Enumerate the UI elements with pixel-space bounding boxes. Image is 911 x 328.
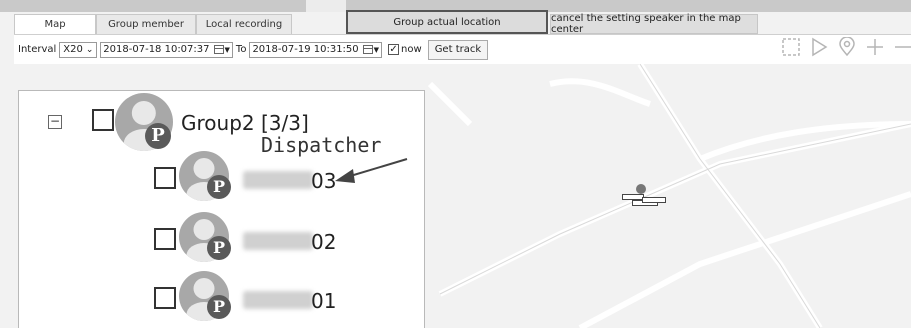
- ptt-badge-icon: P: [145, 123, 171, 149]
- tab-local-recording[interactable]: Local recording: [196, 14, 292, 34]
- group-label: Group2 [3/3]: [181, 111, 309, 135]
- map-tool-icons: [781, 37, 911, 57]
- map-pin-icon: [636, 184, 646, 194]
- start-datetime-value: 2018-07-18 10:07:37: [103, 44, 210, 55]
- member-label: 02: [311, 230, 337, 254]
- calendar-icon[interactable]: [213, 45, 224, 54]
- member-checkbox[interactable]: [154, 167, 176, 189]
- member-checkbox[interactable]: [154, 228, 176, 250]
- redacted-name: [243, 232, 313, 250]
- group-tree-panel: − P Group2 [3/3] Dispatcher P 03 P 02 P …: [18, 90, 425, 328]
- interval-select[interactable]: X20 ⌄: [59, 41, 98, 58]
- tab-map[interactable]: Map: [14, 14, 96, 34]
- group-checkbox[interactable]: [92, 109, 114, 131]
- track-toolbar: Interval X20 ⌄ 2018-07-18 10:07:37 ▼ To …: [14, 34, 911, 64]
- zoom-in-icon[interactable]: [865, 37, 885, 57]
- calendar-icon[interactable]: [362, 45, 373, 54]
- interval-value: X20: [63, 44, 83, 55]
- zoom-out-icon[interactable]: [893, 37, 911, 57]
- dropdown-arrow-icon: ▼: [224, 45, 230, 54]
- ptt-badge-icon: P: [207, 175, 231, 199]
- redacted-name: [243, 171, 313, 189]
- dropdown-arrow-icon: ▼: [373, 45, 380, 54]
- end-datetime-value: 2018-07-19 10:31:50: [252, 44, 359, 55]
- play-icon[interactable]: [809, 37, 829, 57]
- group-actual-location-button[interactable]: Group actual location: [346, 10, 548, 34]
- selection-rect-icon[interactable]: [781, 37, 801, 57]
- end-datetime-field[interactable]: 2018-07-19 10:31:50 ▼: [249, 41, 383, 58]
- location-pin-icon[interactable]: [837, 37, 857, 57]
- group-location-marker[interactable]: [620, 184, 668, 210]
- top-strip-gap: [306, 0, 346, 12]
- to-label: To: [235, 44, 247, 55]
- start-datetime-field[interactable]: 2018-07-18 10:07:37 ▼: [100, 41, 233, 58]
- annotation-arrow-icon: [335, 158, 408, 183]
- ptt-badge-icon: P: [207, 236, 231, 260]
- ptt-badge-icon: P: [207, 295, 231, 319]
- tab-group-member[interactable]: Group member: [96, 14, 196, 34]
- member-label: 01: [311, 289, 337, 313]
- member-checkbox[interactable]: [154, 287, 176, 309]
- marker-label-box: [642, 197, 666, 203]
- redacted-name: [243, 291, 313, 309]
- cancel-speaker-map-center-button[interactable]: cancel the setting speaker in the map ce…: [550, 13, 758, 35]
- now-checkbox[interactable]: ✓: [388, 44, 400, 55]
- get-track-button[interactable]: Get track: [427, 39, 489, 60]
- collapse-icon[interactable]: −: [48, 115, 62, 129]
- interval-label: Interval: [18, 44, 57, 55]
- now-label: now: [401, 44, 422, 55]
- now-checkbox-group[interactable]: ✓ now: [388, 44, 422, 55]
- chevron-down-icon: ⌄: [85, 44, 94, 55]
- member-label: 03: [311, 169, 337, 193]
